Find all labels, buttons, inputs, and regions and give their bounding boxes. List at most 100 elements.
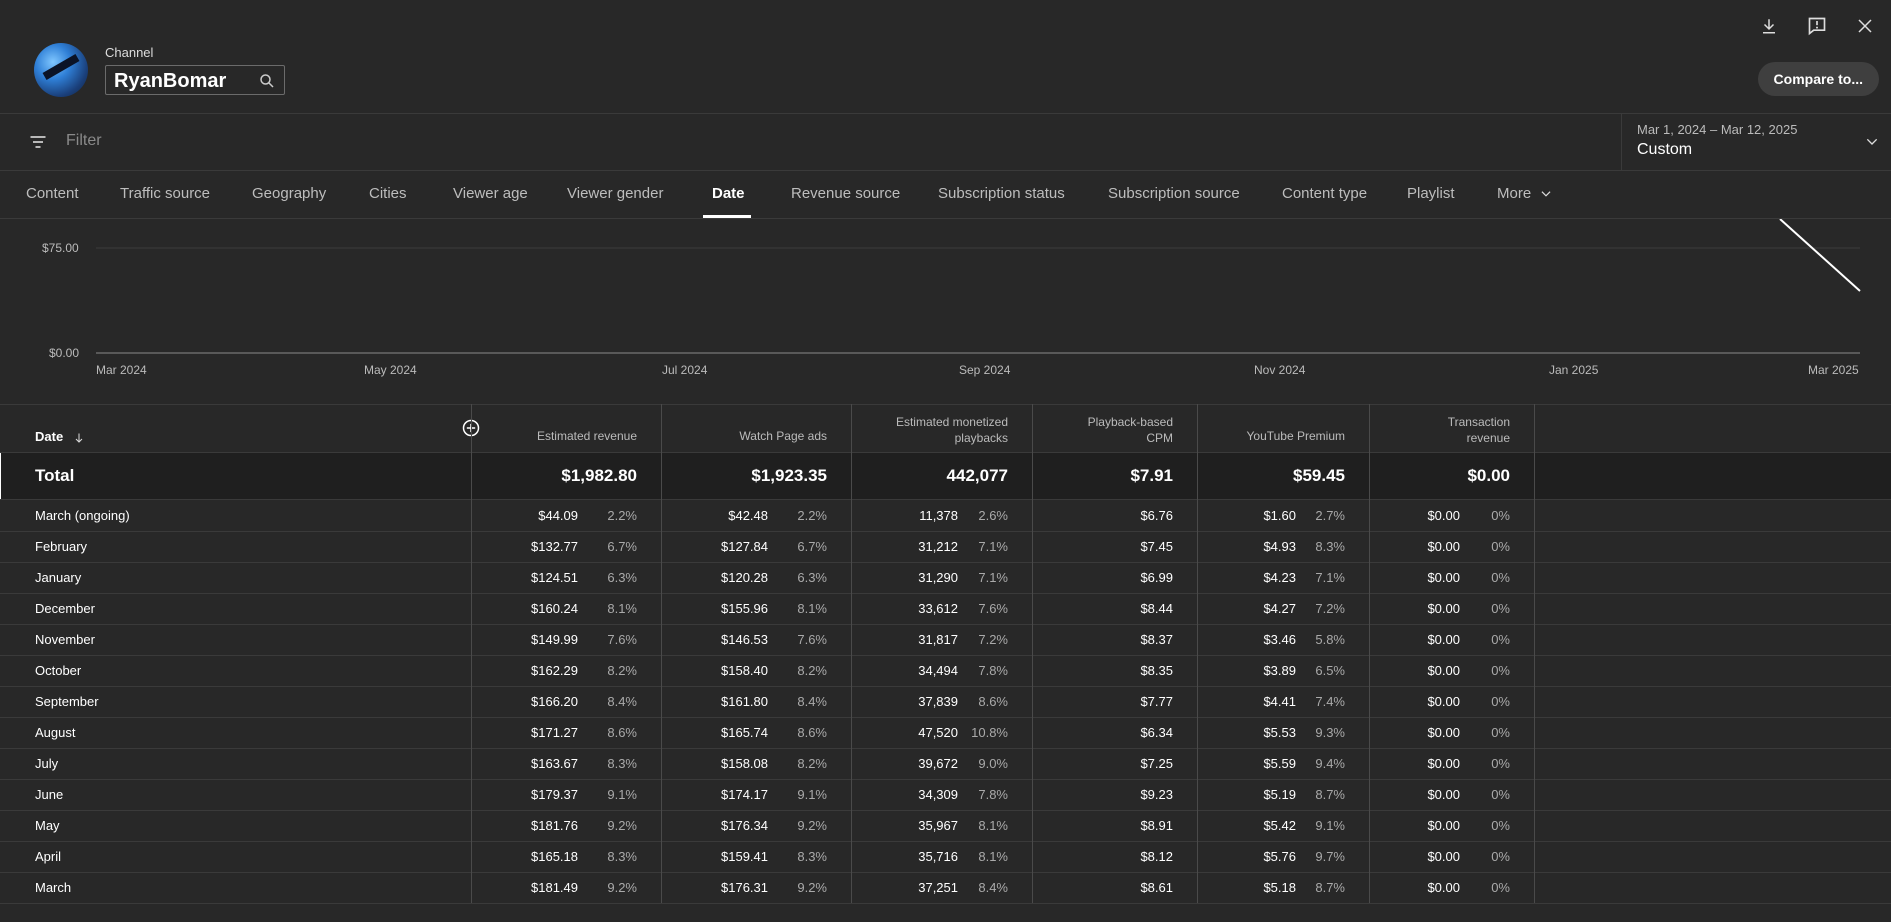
cell-estimated-revenue: $171.27 xyxy=(531,725,578,740)
cell-estimated-revenue: $181.49 xyxy=(531,880,578,895)
tab-viewer-gender[interactable]: Viewer gender xyxy=(567,185,663,202)
column-header-youtube-premium[interactable]: YouTube Premium xyxy=(1247,428,1346,444)
table-row[interactable]: August $171.27 8.6% $165.74 8.6% 47,520 10.8% $… xyxy=(0,717,1891,749)
cell-watch-page-ads-percent: 8.4% xyxy=(797,694,827,709)
column-header-watch-page-ads[interactable]: Watch Page ads xyxy=(739,428,827,444)
cell-watch-page-ads-percent: 9.2% xyxy=(797,818,827,833)
filter-icon[interactable] xyxy=(28,132,48,152)
table-row[interactable]: September $166.20 8.4% $161.80 8.4% 37,839 8.6… xyxy=(0,686,1891,718)
cell-transaction-revenue-percent: 0% xyxy=(1491,694,1510,709)
cell-youtube-premium: $1.60 xyxy=(1263,508,1296,523)
table-row[interactable]: December $160.24 8.1% $155.96 8.1% 33,612 7.6%… xyxy=(0,593,1891,625)
cell-youtube-premium: $3.89 xyxy=(1263,663,1296,678)
cell-transaction-revenue: $0.00 xyxy=(1427,725,1460,740)
row-date: July xyxy=(35,756,59,771)
close-icon[interactable] xyxy=(1851,12,1879,40)
cell-estimated-revenue: $181.76 xyxy=(531,818,578,833)
cell-estimated-revenue-percent: 9.1% xyxy=(607,787,637,802)
cell-estimated-revenue-percent: 9.2% xyxy=(607,818,637,833)
cell-monetized-playbacks: 47,520 xyxy=(918,725,958,740)
tab-traffic-source[interactable]: Traffic source xyxy=(120,185,210,202)
cell-estimated-revenue-percent: 8.4% xyxy=(607,694,637,709)
filter-input[interactable]: Filter xyxy=(66,132,102,150)
table-row[interactable]: November $149.99 7.6% $146.53 7.6% 31,817 7.2%… xyxy=(0,624,1891,656)
cell-transaction-revenue: $0.00 xyxy=(1427,880,1460,895)
feedback-icon[interactable] xyxy=(1803,12,1831,40)
cell-monetized-playbacks: 37,839 xyxy=(918,694,958,709)
tab-more[interactable]: More xyxy=(1497,185,1553,202)
cell-estimated-revenue-percent: 8.6% xyxy=(607,725,637,740)
cell-playback-cpm: $7.77 xyxy=(1140,694,1173,709)
column-divider xyxy=(851,404,852,903)
cell-monetized-playbacks-percent: 7.8% xyxy=(978,663,1008,678)
cell-youtube-premium-percent: 8.7% xyxy=(1315,787,1345,802)
cell-estimated-revenue: $162.29 xyxy=(531,663,578,678)
table-row[interactable]: February $132.77 6.7% $127.84 6.7% 31,212 7.1%… xyxy=(0,531,1891,563)
cell-monetized-playbacks: 34,309 xyxy=(918,787,958,802)
tab-content[interactable]: Content xyxy=(26,185,79,202)
search-icon[interactable] xyxy=(258,72,276,90)
row-date: March (ongoing) xyxy=(35,508,130,523)
column-header-playback-cpm[interactable]: Playback-based CPM xyxy=(1088,414,1173,446)
column-divider xyxy=(1534,404,1535,903)
tab-cities[interactable]: Cities xyxy=(369,185,407,202)
tab-content-type[interactable]: Content type xyxy=(1282,185,1367,202)
row-date: August xyxy=(35,725,76,740)
cell-monetized-playbacks-percent: 7.8% xyxy=(978,787,1008,802)
compare-button[interactable]: Compare to... xyxy=(1757,62,1879,96)
cell-transaction-revenue-percent: 0% xyxy=(1491,787,1510,802)
date-column-header[interactable]: Date xyxy=(35,429,85,444)
table-row[interactable]: October $162.29 8.2% $158.40 8.2% 34,494 7.8% $… xyxy=(0,655,1891,687)
channel-selector[interactable]: RyanBomar xyxy=(105,65,285,95)
cell-monetized-playbacks-percent: 7.1% xyxy=(978,570,1008,585)
cell-transaction-revenue: $0.00 xyxy=(1427,663,1460,678)
cell-playback-cpm: $7.25 xyxy=(1140,756,1173,771)
channel-avatar[interactable] xyxy=(34,43,88,97)
cell-youtube-premium: $5.76 xyxy=(1263,849,1296,864)
cell-monetized-playbacks-percent: 10.8% xyxy=(971,725,1008,740)
tab-playlist[interactable]: Playlist xyxy=(1407,185,1455,202)
table-row[interactable]: January $124.51 6.3% $120.28 6.3% 31,290 7.1% $… xyxy=(0,562,1891,594)
table-row[interactable]: July $163.67 8.3% $158.08 8.2% 39,672 9.0% $7.2… xyxy=(0,748,1891,780)
cell-monetized-playbacks: 11,378 xyxy=(919,508,958,523)
column-header-monetized-playbacks[interactable]: Estimated monetized playbacks xyxy=(896,414,1008,446)
tab-revenue-source[interactable]: Revenue source xyxy=(791,185,900,202)
cell-estimated-revenue: $179.37 xyxy=(531,787,578,802)
cell-watch-page-ads: $120.28 xyxy=(721,570,768,585)
cell-monetized-playbacks-percent: 9.0% xyxy=(978,756,1008,771)
cell-playback-cpm: $8.37 xyxy=(1140,632,1173,647)
cell-youtube-premium: $3.46 xyxy=(1263,632,1296,647)
table-row[interactable]: March (ongoing) $44.09 2.2% $42.48 2.2% 11,37… xyxy=(0,500,1891,532)
download-icon[interactable] xyxy=(1755,12,1783,40)
table-row[interactable]: April $165.18 8.3% $159.41 8.3% 35,716 8.1% $8.… xyxy=(0,841,1891,873)
table-row[interactable]: May $181.76 9.2% $176.34 9.2% 35,967 8.1% $8.91… xyxy=(0,810,1891,842)
row-date: June xyxy=(35,787,64,802)
tab-subscription-source[interactable]: Subscription source xyxy=(1108,185,1240,202)
cell-transaction-revenue: $0.00 xyxy=(1427,539,1460,554)
cell-monetized-playbacks-percent: 7.6% xyxy=(978,601,1008,616)
cell-transaction-revenue: $0.00 xyxy=(1427,756,1460,771)
column-header-estimated-revenue[interactable]: Estimated revenue xyxy=(537,428,637,444)
tab-subscription-status[interactable]: Subscription status xyxy=(938,185,1065,202)
table-row[interactable]: June $179.37 9.1% $174.17 9.1% 34,309 7.8% $9.2… xyxy=(0,779,1891,811)
tab-geography[interactable]: Geography xyxy=(252,185,326,202)
cell-monetized-playbacks-percent: 2.6% xyxy=(978,508,1008,523)
date-preset: Custom xyxy=(1637,141,1693,158)
chevron-down-icon xyxy=(1541,191,1551,197)
cell-watch-page-ads-percent: 2.2% xyxy=(797,508,827,523)
cell-watch-page-ads: $127.84 xyxy=(721,539,768,554)
cell-youtube-premium-percent: 5.8% xyxy=(1315,632,1345,647)
cell-playback-cpm: $8.61 xyxy=(1140,880,1173,895)
row-date: October xyxy=(35,663,82,678)
cell-youtube-premium-percent: 9.4% xyxy=(1315,756,1345,771)
table-row[interactable]: March $181.49 9.2% $176.31 9.2% 37,251 8.4% $8.… xyxy=(0,872,1891,904)
cell-playback-cpm: $6.34 xyxy=(1140,725,1173,740)
date-range-selector[interactable]: Mar 1, 2024 – Mar 12, 2025 Custom xyxy=(1621,114,1891,170)
tab-viewer-age[interactable]: Viewer age xyxy=(453,185,528,202)
cell-estimated-revenue-percent: 8.1% xyxy=(607,601,637,616)
cell-monetized-playbacks-percent: 8.4% xyxy=(978,880,1008,895)
cell-transaction-revenue-percent: 0% xyxy=(1491,756,1510,771)
column-header-transaction-revenue[interactable]: Transaction revenue xyxy=(1448,414,1510,446)
cell-estimated-revenue: $124.51 xyxy=(531,570,578,585)
tab-date[interactable]: Date xyxy=(712,185,745,202)
